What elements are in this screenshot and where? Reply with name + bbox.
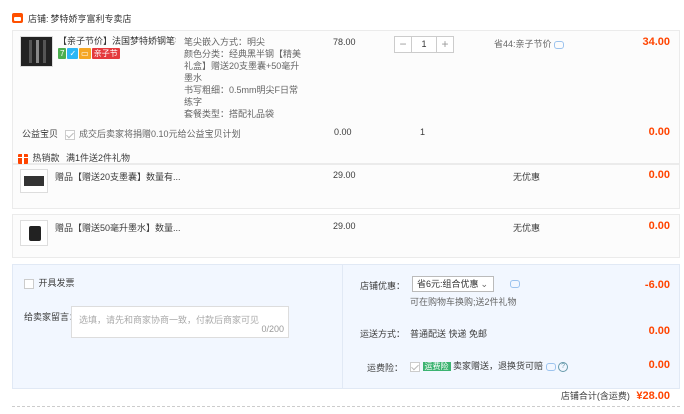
gift-thumbnail[interactable] (20, 220, 48, 246)
store-discount-value: 省6元:组合优惠 (417, 279, 479, 289)
charity-qty: 1 (420, 127, 426, 137)
guarantee-icon: ✓ (67, 48, 79, 60)
store-icon (12, 13, 23, 23)
chat-bubble-icon[interactable] (554, 40, 565, 49)
store-discount-note: 可在购物车换购;送2件礼物 (410, 297, 517, 307)
insurance-text: 卖家赠送，退换货可赔 (453, 361, 544, 371)
gift-title[interactable]: 赠品【赠送20支墨囊】数量有... (55, 170, 181, 183)
decrease-button[interactable]: − (395, 37, 411, 52)
shipping-amount: 0.00 (648, 325, 670, 337)
store-name[interactable]: 梦特娇亨富利专卖店 (51, 12, 132, 25)
gift-price: 29.00 (333, 170, 356, 180)
message-textarea[interactable]: 选填，请先和商家协商一致，付款后商家可见 0/200 (71, 306, 289, 338)
store-total-label: 店铺合计(含运费) (560, 391, 630, 401)
item-specs: 笔尖嵌入方式：明尖 颜色分类：经典黑半钢【精美礼盒】赠送20支墨囊+50毫升墨水… (184, 36, 304, 120)
item-tags: 7 ✓ ▭ 亲子节 (58, 48, 176, 60)
gift-promo: 无优惠 (513, 223, 541, 233)
quantity-input[interactable]: 1 (411, 37, 437, 52)
quantity-stepper: − 1 + (394, 36, 454, 53)
card-icon: ▭ (79, 48, 91, 60)
message-counter: 0/200 (261, 324, 284, 334)
message-placeholder: 选填，请先和商家协商一致，付款后商家可见 (79, 315, 260, 325)
invoice-label: 开具发票 (38, 278, 75, 288)
gift-thumbnail[interactable] (20, 169, 48, 193)
insurance-checkbox[interactable] (410, 361, 420, 372)
charity-subtotal: 0.00 (648, 126, 670, 138)
item-title[interactable]: 【亲子节价】法国梦特娇钢笔学... (58, 36, 176, 47)
gift-promo-header: 热销款 满1件送2件礼物 (18, 152, 130, 164)
panel-divider (342, 265, 343, 388)
item-discount: 省44:亲子节价 (494, 37, 565, 50)
store-total: 店铺合计(含运费) ¥28.00 (561, 389, 670, 403)
item-unit-price: 78.00 (333, 37, 356, 47)
chevron-down-icon: ⌄ (480, 279, 488, 289)
invoice-checkbox[interactable] (24, 278, 34, 289)
seven-day-return-icon: 7 (58, 48, 67, 60)
spec-line: 颜色分类：经典黑半钢【精美礼盒】赠送20支墨囊+50毫升墨水 (184, 49, 302, 83)
spec-line: 套餐类型：搭配礼品袋 (184, 109, 275, 119)
chat-bubble-icon[interactable] (545, 362, 556, 371)
charity-text: 成交后卖家将捐赠0.10元给公益宝贝计划 (79, 129, 241, 139)
item-thumbnail[interactable] (20, 36, 53, 67)
increase-button[interactable]: + (437, 37, 453, 52)
gift-subtotal: 0.00 (648, 169, 670, 181)
store-total-amount: ¥28.00 (636, 390, 670, 402)
gift-subtotal: 0.00 (648, 220, 670, 232)
invoice-option[interactable]: 开具发票 (24, 276, 75, 289)
insurance-label: 运费险： (367, 363, 404, 373)
item-subtotal: 34.00 (642, 36, 670, 48)
message-label: 给卖家留言： (24, 312, 79, 322)
gift-promo-label: 热销款 (32, 153, 60, 163)
insurance-option: 运费险 卖家赠送，退换货可赔 ? (410, 359, 569, 372)
charity-label: 公益宝贝 (22, 129, 59, 139)
gift-promo-text: 满1件送2件礼物 (66, 153, 131, 163)
gift-promo: 无优惠 (513, 172, 541, 182)
discount-text: 省44:亲子节价 (494, 39, 552, 49)
gift-icon (18, 153, 28, 164)
charity-checkbox[interactable] (64, 129, 75, 140)
shipping-method: 普通配送 快递 免邮 (410, 329, 488, 339)
store-label: 店铺: (28, 13, 49, 24)
promo-badge: 亲子节 (91, 48, 120, 60)
spec-line: 笔尖嵌入方式：明尖 (184, 37, 266, 47)
store-discount-label: 店铺优惠： (360, 281, 406, 291)
gift-price: 29.00 (333, 221, 356, 231)
item-title-block: 【亲子节价】法国梦特娇钢笔学... 7✓▭亲子节 (58, 36, 176, 60)
charity-price: 0.00 (334, 127, 352, 137)
insurance-amount: 0.00 (648, 359, 670, 371)
chat-bubble-icon[interactable] (510, 280, 520, 288)
gift-title[interactable]: 赠品【赠送50毫升墨水】数量... (55, 221, 181, 234)
help-icon[interactable]: ? (558, 361, 569, 372)
insurance-badge: 运费险 (422, 362, 451, 371)
store-discount-amount: -6.00 (644, 279, 670, 291)
shipping-label: 运送方式： (360, 329, 406, 339)
spec-line: 书写粗细：0.5mm明尖F日常练字 (184, 85, 299, 107)
bottom-divider (12, 406, 680, 407)
store-discount-select[interactable]: 省6元:组合优惠 ⌄ (412, 276, 494, 292)
store-header: 店铺: 梦特娇亨富利专卖店 (12, 9, 132, 27)
